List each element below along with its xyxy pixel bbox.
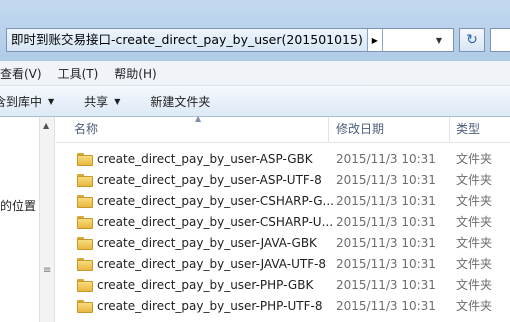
file-name: create_direct_pay_by_user-ASP-GBK <box>97 152 313 166</box>
file-modified: 2015/11/3 10:31 <box>336 299 436 313</box>
folder-icon <box>77 300 93 313</box>
refresh-icon: ↻ <box>466 32 478 48</box>
column-divider[interactable] <box>328 117 329 142</box>
file-modified: 2015/11/3 10:31 <box>336 257 436 271</box>
file-row[interactable]: create_direct_pay_by_user-CSHARP-U... 20… <box>56 212 510 233</box>
file-type: 文件夹 <box>456 278 493 292</box>
folder-icon <box>77 195 93 208</box>
folder-icon <box>77 237 93 250</box>
column-divider[interactable] <box>449 117 450 142</box>
command-bar: 含到库中 ▼ 共享 ▼ 新建文件夹 <box>0 86 510 117</box>
folder-icon <box>77 216 93 229</box>
file-modified: 2015/11/3 10:31 <box>336 278 436 292</box>
nav-pane-scrollbar[interactable]: ▲ ≡ <box>39 117 55 322</box>
file-type: 文件夹 <box>456 173 493 187</box>
column-header-name[interactable]: 名称 <box>74 117 98 142</box>
navigation-pane: 的位置 <box>0 117 38 322</box>
file-name: create_direct_pay_by_user-PHP-UTF-8 <box>97 299 323 313</box>
breadcrumb-current-folder[interactable]: 即时到账交易接口-create_direct_pay_by_user(20150… <box>7 29 368 51</box>
file-type: 文件夹 <box>456 299 493 313</box>
file-modified: 2015/11/3 10:31 <box>336 236 436 250</box>
scroll-up-icon[interactable]: ▲ <box>43 121 49 130</box>
include-in-library-label: 含到库中 <box>0 94 43 109</box>
share-label: 共享 <box>84 94 109 109</box>
menu-view[interactable]: 查看(V) <box>0 65 42 82</box>
folder-icon <box>77 174 93 187</box>
folder-icon <box>77 258 93 271</box>
file-modified: 2015/11/3 10:31 <box>336 194 436 208</box>
file-row[interactable]: create_direct_pay_by_user-PHP-UTF-8 2015… <box>56 296 510 317</box>
file-modified: 2015/11/3 10:31 <box>336 173 436 187</box>
file-type: 文件夹 <box>456 152 493 166</box>
file-row[interactable]: create_direct_pay_by_user-CSHARP-G... 20… <box>56 191 510 212</box>
column-header-type[interactable]: 类型 <box>456 117 480 142</box>
search-box[interactable] <box>490 28 510 52</box>
menu-help[interactable]: 帮助(H) <box>114 65 156 82</box>
file-modified: 2015/11/3 10:31 <box>336 152 436 166</box>
folder-icon <box>77 279 93 292</box>
file-type: 文件夹 <box>456 194 493 208</box>
file-name: create_direct_pay_by_user-CSHARP-U... <box>97 215 334 229</box>
file-name: create_direct_pay_by_user-JAVA-UTF-8 <box>97 257 327 271</box>
file-name: create_direct_pay_by_user-JAVA-GBK <box>97 236 317 250</box>
menu-bar: 查看(V) 工具(T) 帮助(H) <box>0 61 510 86</box>
chevron-down-icon: ▼ <box>48 96 55 106</box>
address-bar[interactable]: 即时到账交易接口-create_direct_pay_by_user(20150… <box>6 28 454 52</box>
new-folder-button[interactable]: 新建文件夹 <box>150 93 210 110</box>
file-modified: 2015/11/3 10:31 <box>336 215 436 229</box>
file-name: create_direct_pay_by_user-CSHARP-G... <box>97 194 334 208</box>
column-header-modified[interactable]: 修改日期 <box>336 117 384 142</box>
column-header-row: ▲ 名称 修改日期 类型 <box>56 114 510 143</box>
address-history-dropdown[interactable]: ▼ <box>424 28 454 52</box>
menu-tools[interactable]: 工具(T) <box>58 65 99 82</box>
refresh-button[interactable]: ↻ <box>459 28 485 52</box>
chevron-down-icon: ▼ <box>114 96 121 106</box>
file-row[interactable]: create_direct_pay_by_user-ASP-GBK 2015/1… <box>56 149 510 170</box>
chevron-right-icon[interactable]: ▶ <box>368 29 383 51</box>
new-folder-label: 新建文件夹 <box>150 94 211 109</box>
file-type: 文件夹 <box>456 236 493 250</box>
file-type: 文件夹 <box>456 257 493 271</box>
folder-icon <box>77 153 93 166</box>
file-list: ▲ 名称 修改日期 类型 create_direct_pay_by_user-A… <box>56 114 510 322</box>
file-name: create_direct_pay_by_user-PHP-GBK <box>97 278 314 292</box>
file-row[interactable]: create_direct_pay_by_user-JAVA-GBK 2015/… <box>56 233 510 254</box>
chevron-down-icon: ▼ <box>435 35 443 45</box>
share-button[interactable]: 共享 ▼ <box>84 93 120 110</box>
file-row[interactable]: create_direct_pay_by_user-PHP-GBK 2015/1… <box>56 275 510 296</box>
scroll-grip-icon[interactable]: ≡ <box>43 265 51 276</box>
file-row[interactable]: create_direct_pay_by_user-ASP-UTF-8 2015… <box>56 170 510 191</box>
sort-ascending-icon: ▲ <box>195 114 202 123</box>
include-in-library-button[interactable]: 含到库中 ▼ <box>0 93 54 110</box>
file-row[interactable]: create_direct_pay_by_user-JAVA-UTF-8 201… <box>56 254 510 275</box>
file-name: create_direct_pay_by_user-ASP-UTF-8 <box>97 173 322 187</box>
title-address-area: 即时到账交易接口-create_direct_pay_by_user(20150… <box>0 0 510 61</box>
file-type: 文件夹 <box>456 215 493 229</box>
nav-item-locations[interactable]: 的位置 <box>0 197 36 214</box>
